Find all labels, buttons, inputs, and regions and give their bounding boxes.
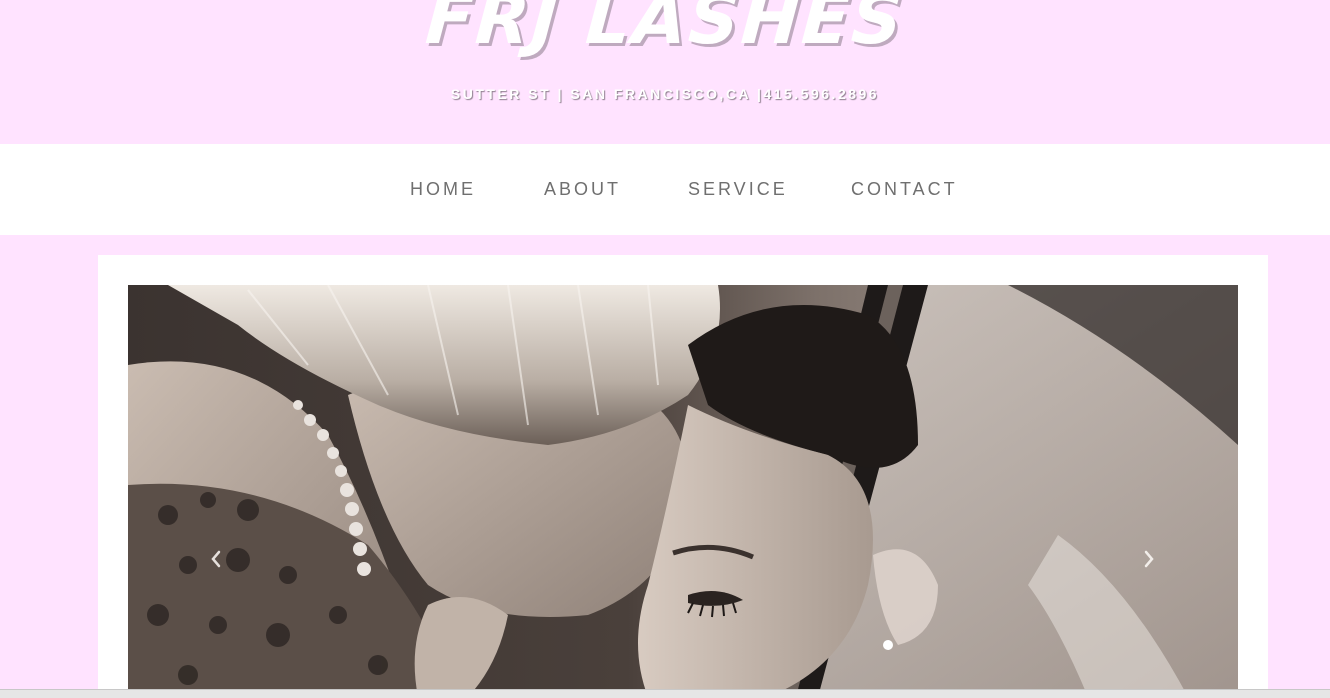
- site-header: FRJ LASHES SUTTER ST | SAN FRANCISCO,CA …: [0, 0, 1330, 144]
- chevron-left-icon: [211, 550, 221, 568]
- nav-item-service[interactable]: SERVICE: [688, 179, 788, 200]
- nav-item-contact[interactable]: CONTACT: [851, 179, 958, 200]
- chevron-right-icon: [1144, 550, 1154, 568]
- slideshow-image: [128, 285, 1238, 697]
- site-tagline: SUTTER ST | SAN FRANCISCO,CA |415.596.28…: [450, 86, 880, 102]
- main-nav: HOME ABOUT SERVICE CONTACT: [0, 144, 1330, 235]
- nav-item-home[interactable]: HOME: [410, 179, 476, 200]
- slideshow-prev-button[interactable]: [204, 545, 228, 573]
- slideshow[interactable]: [128, 285, 1238, 697]
- site-logo[interactable]: FRJ LASHES: [0, 0, 1330, 60]
- nav-item-about[interactable]: ABOUT: [544, 179, 621, 200]
- slideshow-next-button[interactable]: [1137, 545, 1161, 573]
